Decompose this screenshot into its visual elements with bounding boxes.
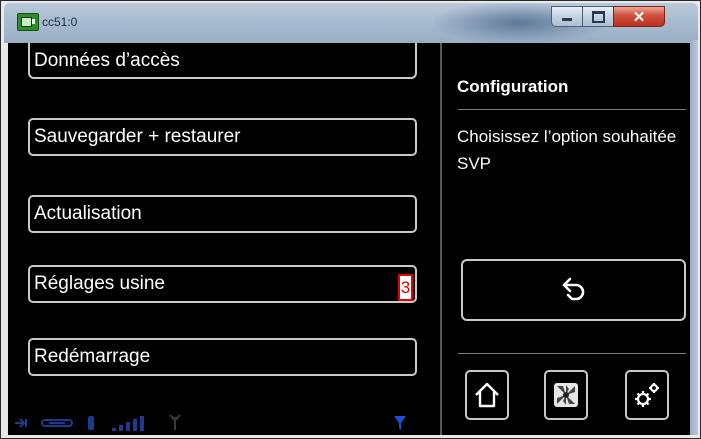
close-button[interactable]: ✕ bbox=[613, 6, 665, 27]
back-button[interactable] bbox=[461, 259, 686, 321]
panel-divider bbox=[440, 43, 442, 435]
window-title: cc51:0 bbox=[42, 15, 78, 29]
menu-item-label: Sauvegarder + restaurer bbox=[34, 126, 241, 147]
nav-divider bbox=[458, 353, 686, 354]
menu-item-label: Données d’accès bbox=[34, 50, 180, 71]
filter-icon bbox=[394, 416, 406, 430]
panel-title-divider bbox=[458, 109, 686, 110]
menu-item-sauvegarder-restaurer[interactable]: Sauvegarder + restaurer bbox=[28, 118, 417, 156]
window-border-right bbox=[690, 40, 698, 435]
menu-item-label: Réglages usine bbox=[34, 273, 165, 294]
panel-title: Configuration bbox=[457, 77, 569, 96]
maximize-icon bbox=[591, 10, 605, 23]
client-area: Données d’accès Sauvegarder + restaurer … bbox=[8, 43, 690, 435]
app-icon bbox=[17, 13, 39, 31]
panel-message: Choisissez l’option souhaitée SVP bbox=[457, 127, 677, 173]
ventilation-icon bbox=[554, 383, 578, 407]
minimize-icon bbox=[562, 18, 572, 21]
menu-item-redemarrage[interactable]: Redémarrage bbox=[28, 338, 417, 376]
menu-item-actualisation[interactable]: Actualisation bbox=[28, 195, 417, 233]
minimize-button[interactable] bbox=[551, 6, 582, 27]
menu-item-label: Actualisation bbox=[34, 203, 142, 224]
step-annotation-badge: 3 bbox=[398, 274, 413, 301]
maximize-button[interactable] bbox=[582, 6, 613, 27]
link-icon bbox=[41, 419, 73, 427]
title-bar[interactable]: cc51:0 ✕ bbox=[4, 3, 698, 43]
ventilation-button[interactable] bbox=[544, 370, 588, 420]
network-icon bbox=[88, 416, 94, 430]
menu-item-donnees-acces[interactable]: Données d’accès bbox=[28, 43, 417, 79]
gears-icon bbox=[635, 383, 659, 407]
menu-item-label: Redémarrage bbox=[34, 346, 151, 367]
menu-item-reglages-usine[interactable]: Réglages usine bbox=[28, 265, 417, 303]
connection-icon bbox=[15, 418, 27, 428]
home-button[interactable] bbox=[465, 370, 509, 420]
signal-bars-icon bbox=[112, 416, 144, 431]
home-icon bbox=[475, 382, 499, 408]
back-arrow-icon bbox=[562, 277, 584, 301]
settings-button[interactable] bbox=[625, 370, 669, 420]
close-icon: ✕ bbox=[632, 8, 646, 26]
antenna-icon bbox=[169, 414, 181, 430]
status-bar bbox=[8, 409, 440, 435]
